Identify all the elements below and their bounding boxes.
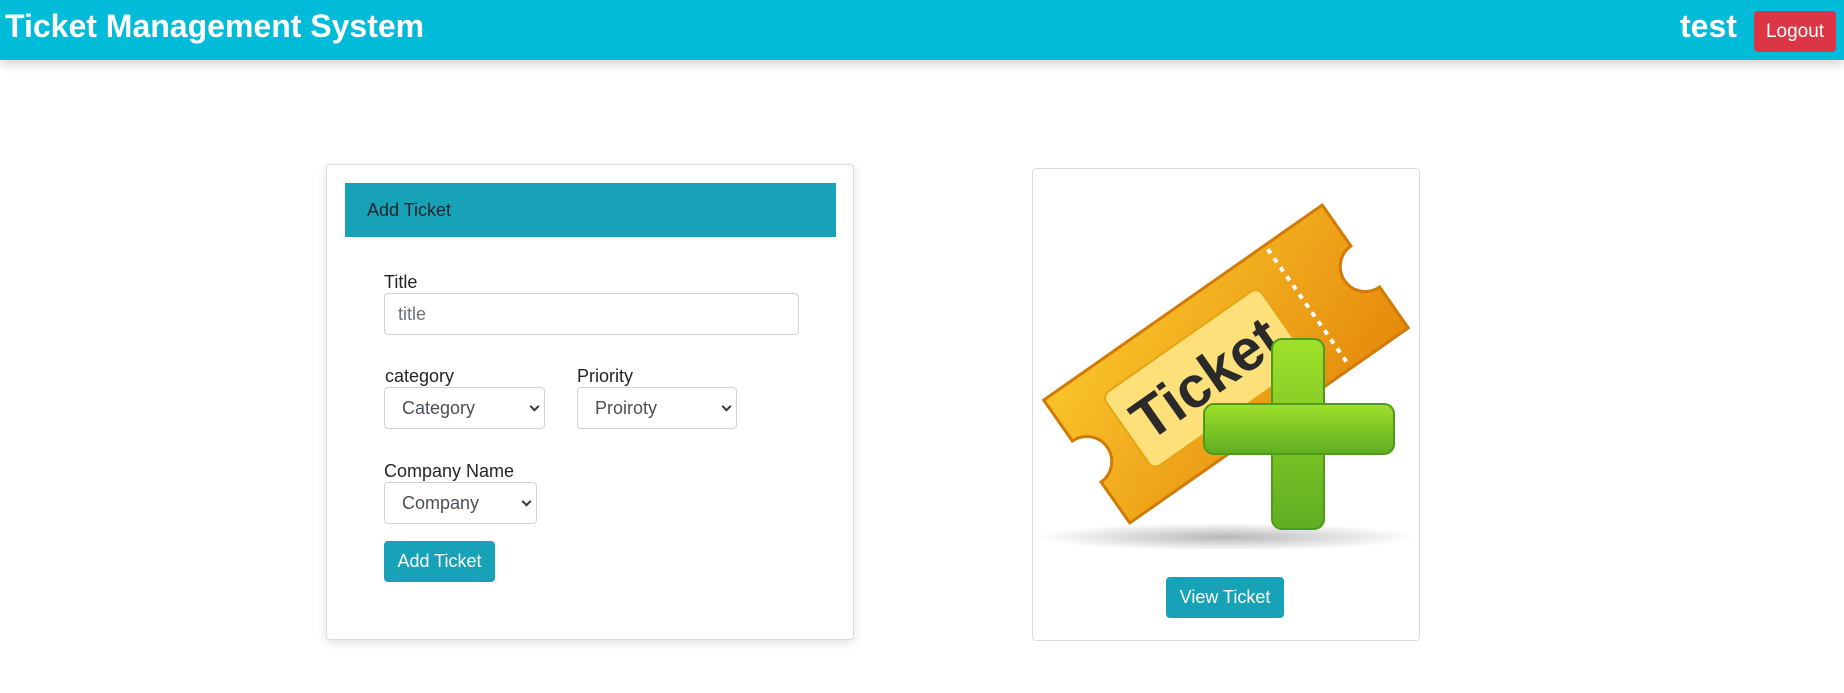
ticket-add-icon: Ticket [1036,202,1416,549]
priority-select-value: Proiroty [595,397,658,418]
logout-button[interactable]: Logout [1754,11,1836,52]
add-ticket-button[interactable]: Add Ticket [384,541,495,582]
ticket-shape: Ticket [1041,202,1411,526]
navbar: Ticket Management System test Logout [0,0,1844,60]
company-label: Company Name [384,461,515,481]
add-ticket-card-header: Add Ticket [345,183,836,237]
priority-select[interactable]: Proiroty [577,387,737,429]
company-select[interactable]: Company [384,482,537,524]
priority-label: Priority [577,366,634,386]
ticket-shadow [1036,523,1416,549]
category-select[interactable]: Category [384,387,545,429]
username-label: test [1680,8,1737,44]
title-label: Title [384,272,418,292]
view-ticket-button[interactable]: View Ticket [1166,577,1284,618]
chevron-down-icon [529,401,540,412]
app-title: Ticket Management System [5,8,425,44]
chevron-down-icon [521,496,532,507]
company-select-value: Company [402,492,480,513]
category-label: category [385,366,455,386]
add-ticket-card: Add Ticket Title category Category Prior… [326,164,854,640]
title-input[interactable] [384,293,799,335]
chevron-down-icon [721,401,732,412]
view-ticket-card: Ticket View Ticket [1032,168,1420,641]
category-select-value: Category [402,397,476,418]
